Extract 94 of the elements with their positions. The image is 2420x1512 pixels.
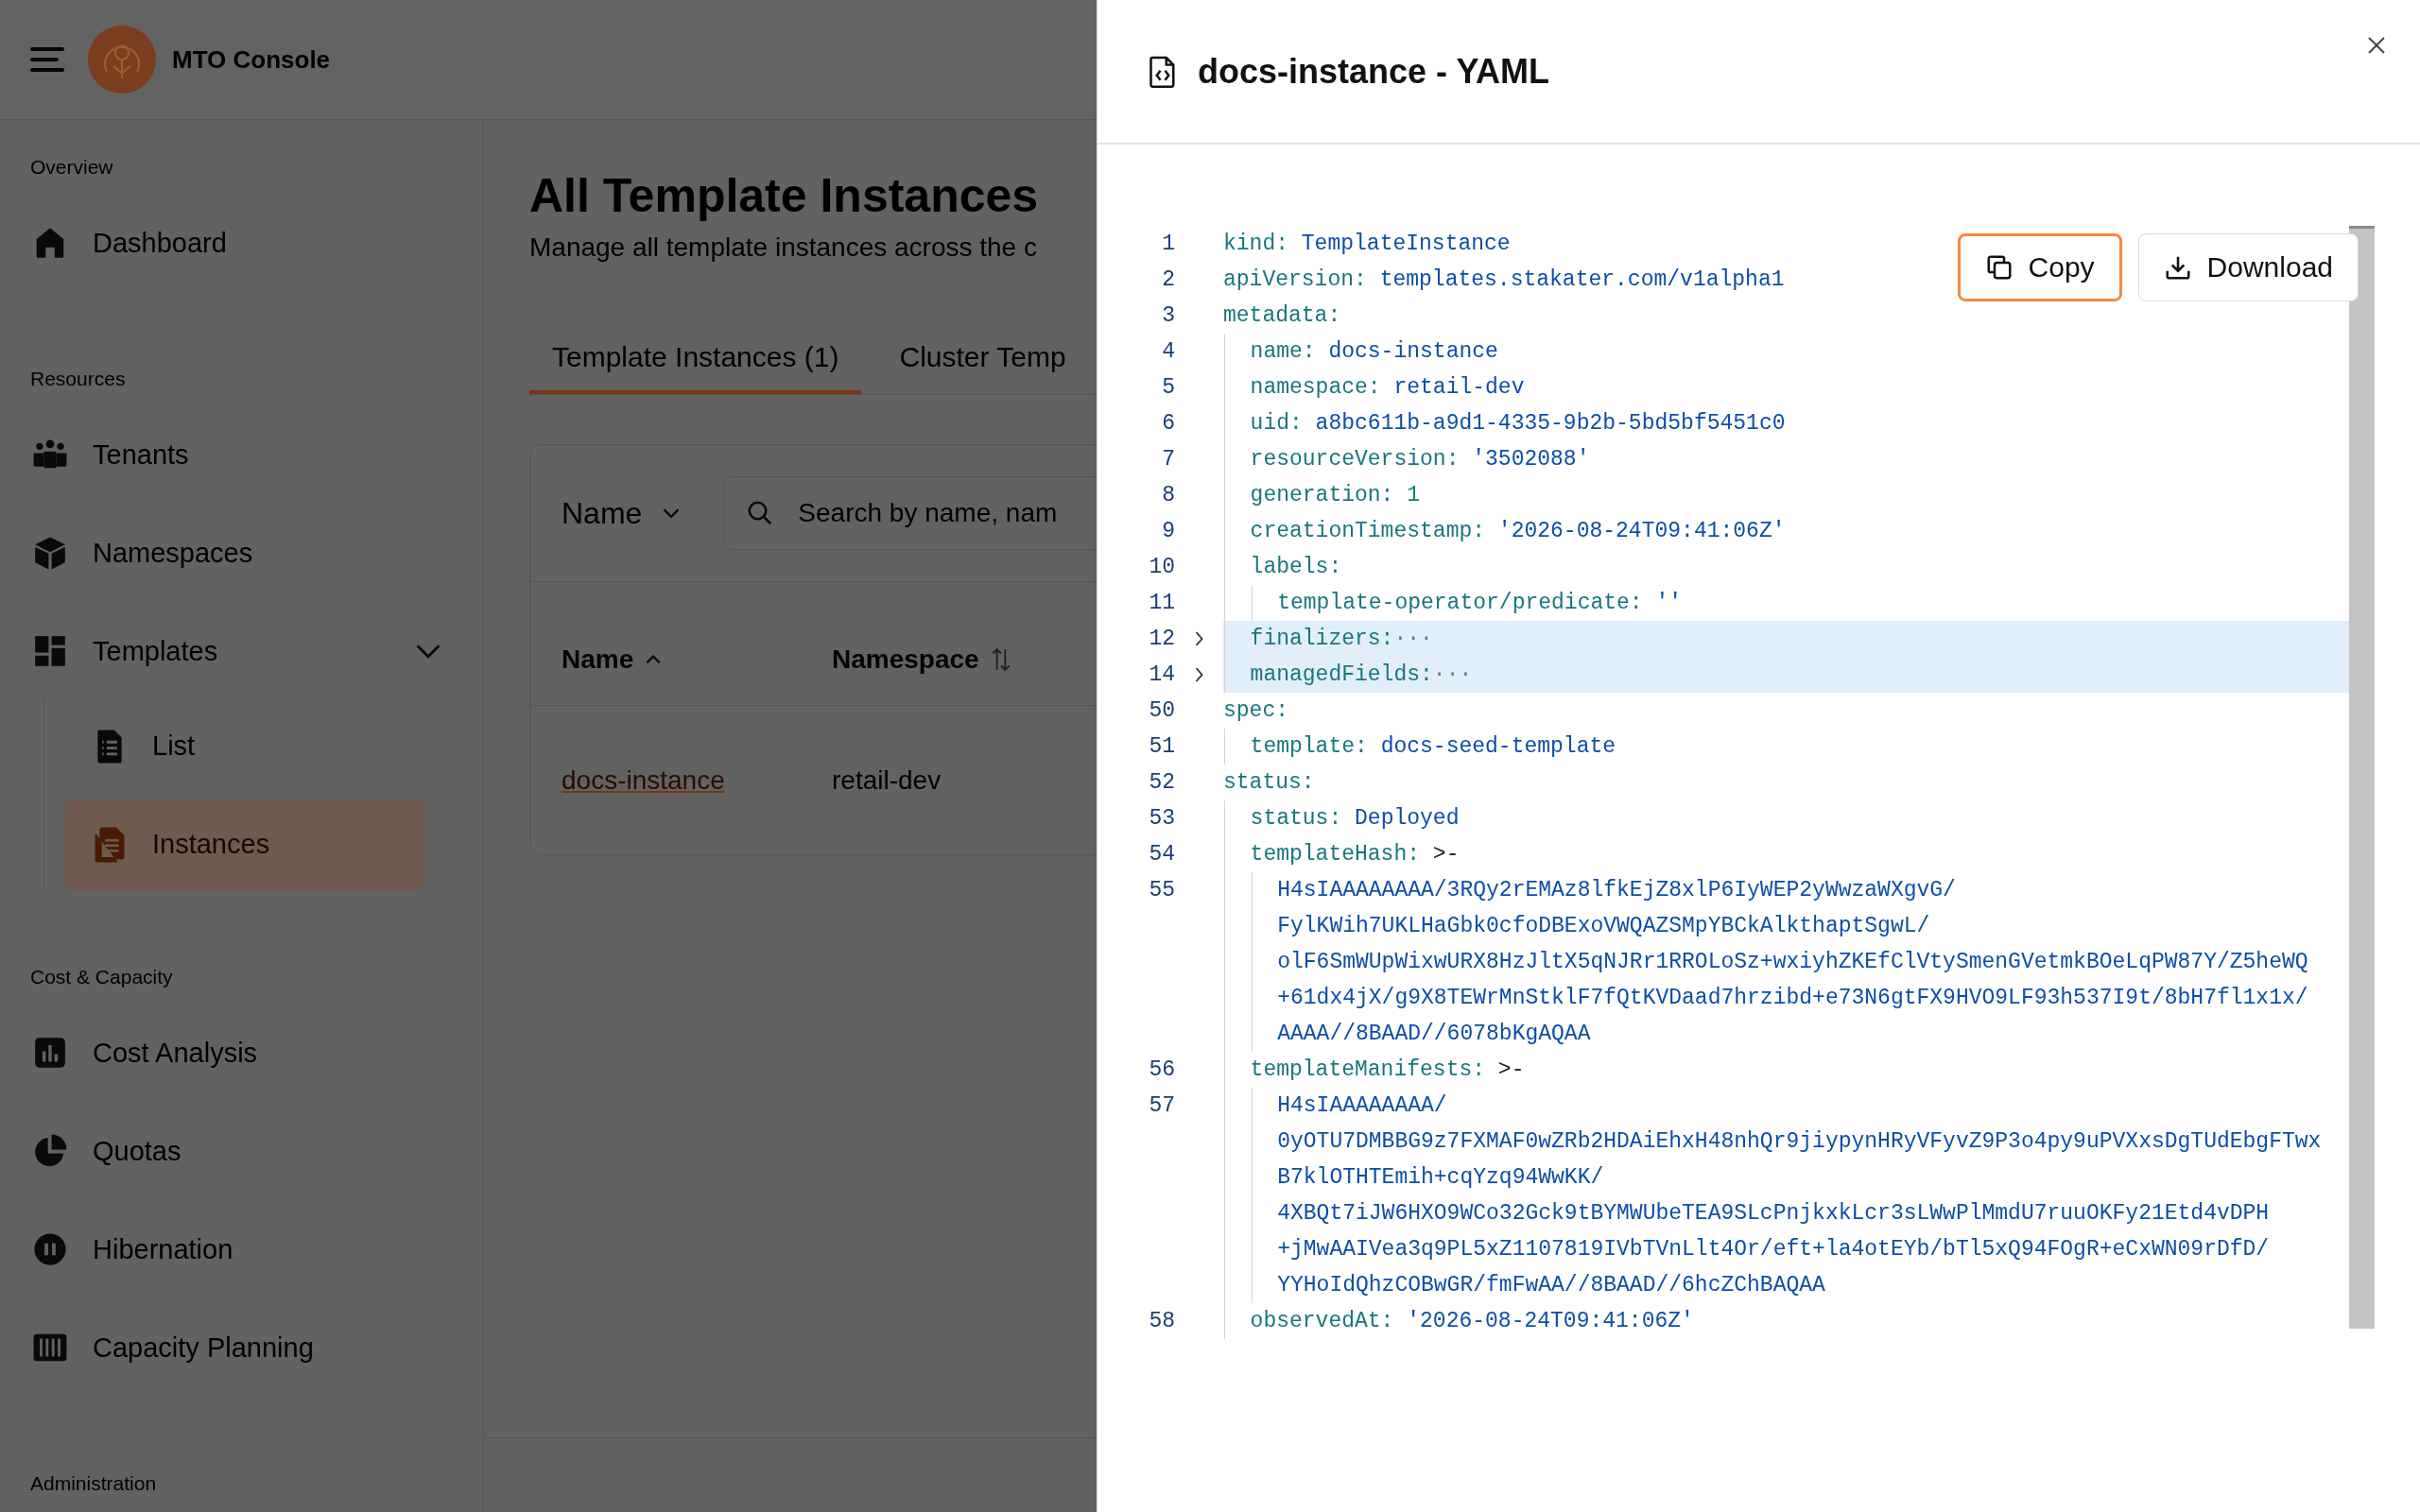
instance-link[interactable]: docs-instance	[530, 765, 832, 796]
line-number: 54	[1148, 841, 1175, 868]
line-number: 55	[1148, 877, 1175, 904]
code-line: metadata:	[1223, 302, 1341, 330]
line-number: 14	[1148, 662, 1175, 689]
line-number: 57	[1148, 1092, 1175, 1120]
line-number: 4	[1161, 338, 1175, 366]
code-line: template: docs-seed-template	[1250, 733, 1616, 761]
code-line: template-operator/predicate: ''	[1277, 590, 1683, 617]
sidebar-item[interactable]: Instances	[65, 799, 424, 890]
line-number: 53	[1148, 805, 1175, 833]
logo-icon	[88, 26, 156, 94]
code-line: H4sIAAAAAAAA/	[1277, 1092, 1448, 1120]
drawer-title: docs-instance - YAML	[1198, 51, 1550, 92]
line-number: 52	[1148, 769, 1175, 797]
chevron-down-icon[interactable]	[663, 508, 681, 518]
line-number: 9	[1161, 518, 1175, 545]
code-line: H4sIAAAAAAAA/3RQy2rEMAz8lfkEjZ8xlP6IyWEP2yWwzaWXgvG/	[1277, 877, 1957, 904]
section-heading: Resources	[29, 367, 127, 391]
line-number: 2	[1161, 266, 1175, 294]
code-line: status: Deployed	[1250, 805, 1460, 833]
code-line: YYHoIdQhzCOBwGR/fmFwAA//8BAAD//6hcZChBAQAA	[1277, 1272, 1826, 1299]
code-line: managedFields:···	[1250, 662, 1473, 689]
line-number: 6	[1161, 410, 1175, 438]
chevron-icon[interactable]	[415, 644, 441, 659]
sidebar-item[interactable]: Quotas	[0, 1102, 483, 1200]
line-number: 3	[1161, 302, 1175, 330]
code-line: templateHash: >-	[1250, 841, 1460, 868]
section-heading: Cost & Capacity	[29, 965, 174, 989]
close-icon[interactable]	[2367, 36, 2386, 55]
code-line: +61dx4jX/g9X8TEWrMnStklF7fQtKVDaad7hrzibd+e73N6gtFX9HVO9LF93h537I9t/8bH7fl1x1x/	[1277, 985, 2308, 1012]
tab[interactable]: Cluster Temp	[876, 330, 1089, 394]
line-number: 56	[1148, 1057, 1175, 1084]
code-line: resourceVersion: '3502088'	[1250, 446, 1590, 473]
pause-icon	[32, 1231, 68, 1267]
code-line: B7klOTHTEmih+cqYzq94WwKK/	[1277, 1164, 1605, 1192]
chevron-right-icon[interactable]	[1194, 667, 1204, 682]
code-line: status:	[1223, 769, 1315, 797]
code-line: AAAA//8BAAD//6078bKgAQAA	[1277, 1021, 1592, 1048]
code-line: name: docs-instance	[1250, 338, 1498, 366]
code-line: apiVersion: templates.stakater.com/v1alpha1	[1223, 266, 1785, 294]
sidebar-item[interactable]: Dashboard	[0, 194, 483, 292]
code-line: +jMwAAIVea3q9PL5xZ1107819IVbTVnLlt4Or/eft+la4otEYb/bTl5xQ94FOgR+eCxWN09rDfD/	[1277, 1236, 2271, 1263]
code-line: FylKWih7UKLHaGbk0cfoDBExoVWQAZSMpYBCkAlkthaptSgwL/	[1277, 913, 1931, 940]
code-file-icon	[1149, 54, 1177, 89]
code-line: labels:	[1250, 554, 1342, 581]
sidebar-item[interactable]: List	[65, 700, 424, 792]
line-number: 11	[1148, 590, 1175, 617]
sidebar-item[interactable]: Cost Analysis	[0, 1004, 483, 1102]
line-number: 5	[1161, 374, 1175, 402]
line-number: 50	[1148, 697, 1175, 725]
line-number: 8	[1161, 482, 1175, 509]
sidebar-item[interactable]: Templates	[0, 602, 483, 700]
sort-icon[interactable]	[990, 647, 1011, 672]
menu-icon[interactable]	[30, 46, 64, 73]
field-dropdown[interactable]: Name	[562, 495, 681, 531]
download-button[interactable]: Download	[2137, 233, 2359, 301]
cube-icon	[32, 535, 68, 571]
code-line: spec:	[1223, 697, 1288, 725]
code-line: namespace: retail-dev	[1250, 374, 1525, 402]
bar-chart-icon	[32, 1035, 68, 1071]
table-cell: retail-dev	[832, 765, 942, 796]
sidebar-item[interactable]: Capacity Planning	[0, 1298, 483, 1397]
column-header[interactable]: Namespace	[832, 644, 979, 675]
tab[interactable]: Template Instances (1)	[529, 330, 862, 394]
sort-ascending-icon[interactable]	[645, 654, 663, 665]
line-number: 12	[1148, 626, 1175, 653]
chevron-right-icon[interactable]	[1194, 631, 1204, 646]
line-number: 58	[1148, 1308, 1175, 1335]
line-number: 7	[1161, 446, 1175, 473]
column-header[interactable]: Name	[562, 644, 634, 675]
pie-chart-icon	[32, 1133, 68, 1169]
app-title: MTO Console	[172, 44, 331, 75]
line-number: 10	[1148, 554, 1175, 581]
line-number: 51	[1148, 733, 1175, 761]
code-line: templateManifests: >-	[1250, 1057, 1525, 1084]
section-heading: Administration	[29, 1471, 158, 1496]
code-line: observedAt: '2026-08-24T09:41:06Z'	[1250, 1308, 1694, 1335]
scrollbar[interactable]	[2349, 226, 2375, 1329]
page-title: All Template Instances	[529, 169, 1040, 222]
sidebar-item[interactable]: Hibernation	[0, 1200, 483, 1298]
grid-icon	[32, 633, 68, 669]
code-line: finalizers:···	[1250, 626, 1433, 653]
line-number: 1	[1161, 231, 1175, 258]
code-line: 4XBQt7iJW6HXO9WCo32Gck9tBYMWUbeTEA9SLcPnjkxkLcr3sLWwPlMmdU7ruuOKFy21Etd4vDPH	[1277, 1200, 2271, 1228]
section-heading: Overview	[29, 155, 114, 180]
code-line: olF6SmWUpWixwURX8HzJltX5qNJRr1RROLoSz+wxiyhZKEfClVtySmenGVetmkBOeLqPW87Y/Z5heWQ	[1277, 949, 2308, 976]
sidebar-item[interactable]: Namespaces	[0, 504, 483, 602]
page-subtitle: Manage all template instances across the c	[529, 232, 1037, 264]
code-line: kind: TemplateInstance	[1223, 231, 1511, 258]
copy-button[interactable]: Copy	[1957, 233, 2122, 301]
code-line: uid: a8bc611b-a9d1-4335-9b2b-5bd5bf5451c0	[1250, 410, 1786, 438]
code-line: 0yOTU7DMBBG9z7FXMAF0wZRb2HDAiEhxH48nhQr9jiypynHRyVFyvZ9P3o4py9uPVXxsDgTUdEbgFTwx	[1277, 1128, 2322, 1156]
sidebar-item[interactable]: Tenants	[0, 405, 483, 504]
